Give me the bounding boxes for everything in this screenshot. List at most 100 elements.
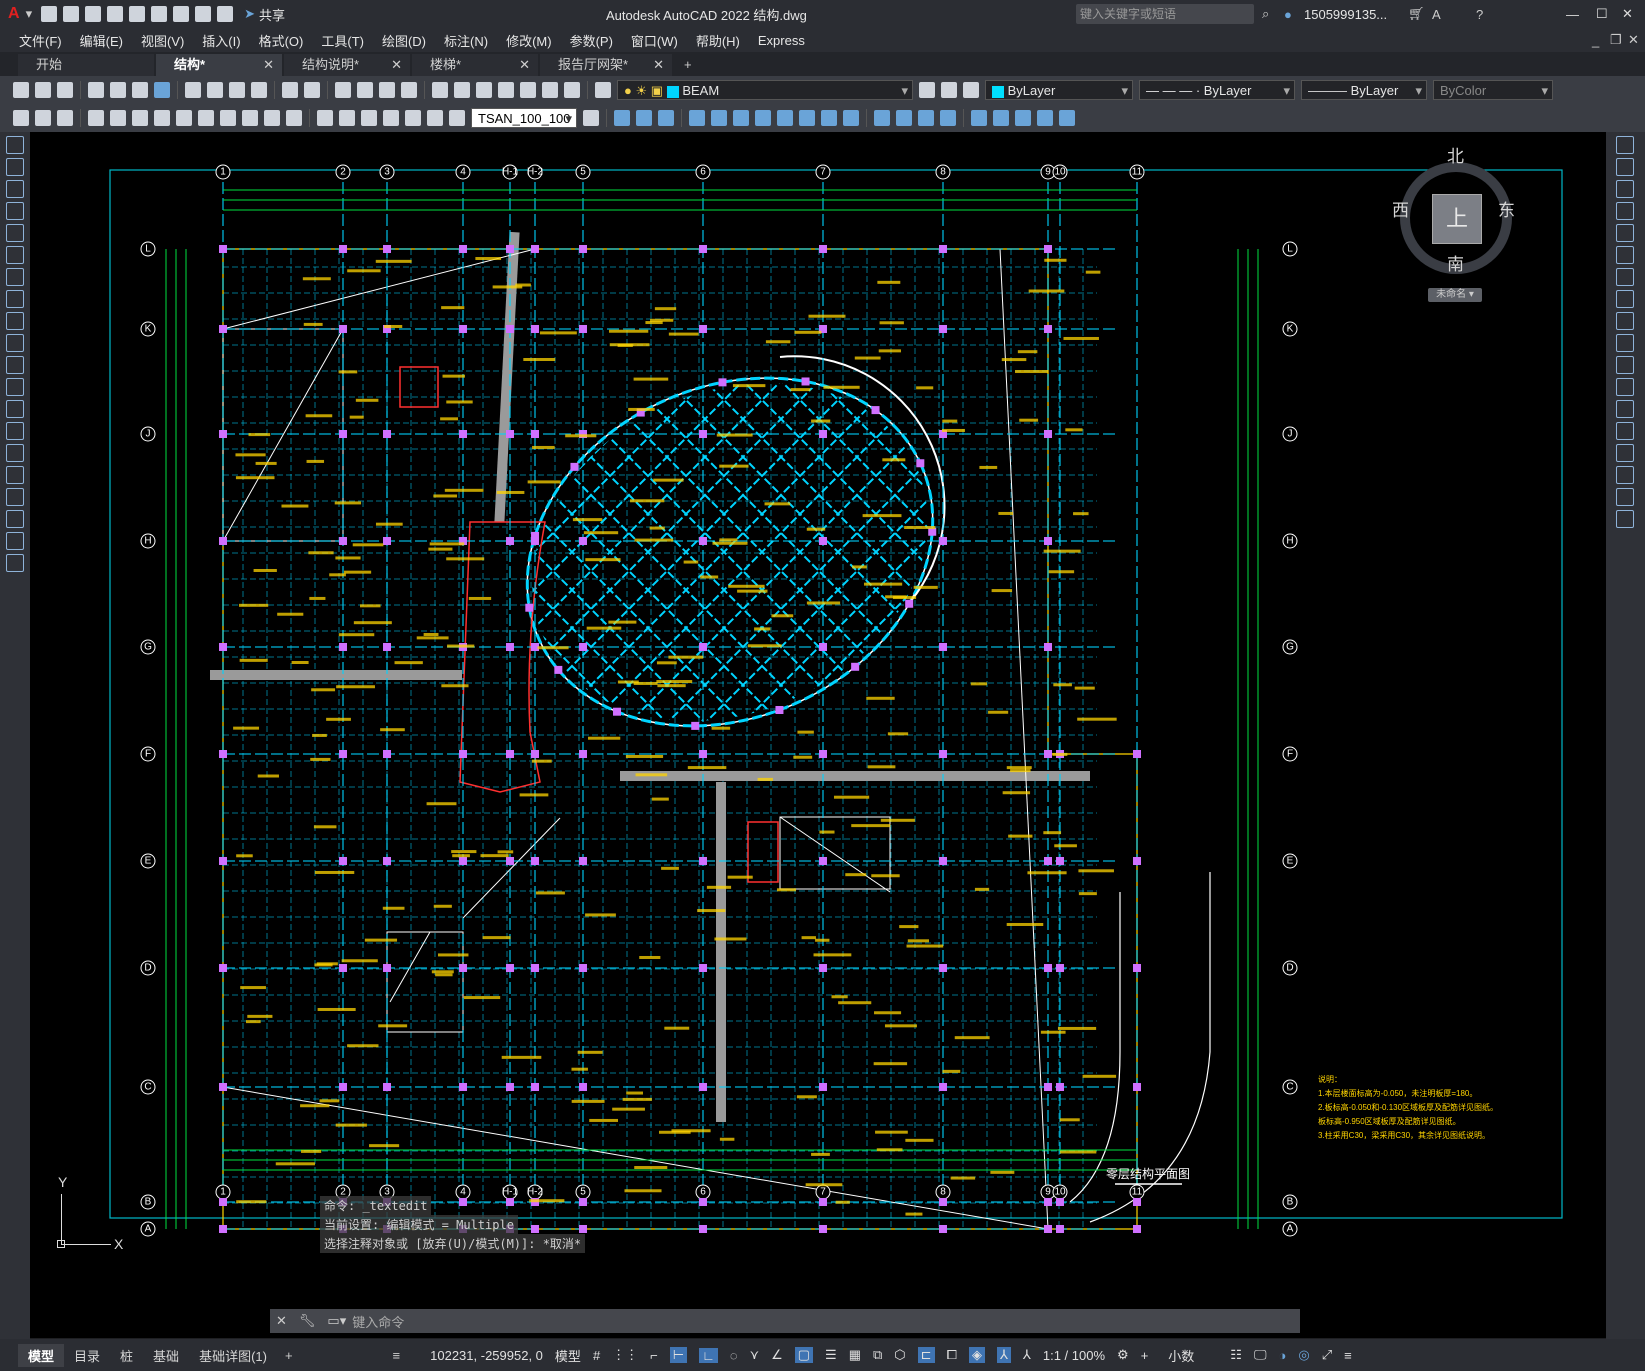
fillet-icon[interactable] [799,110,815,126]
workspace-gear-icon[interactable]: ⚙ [1117,1347,1129,1363]
cut-icon[interactable] [185,82,201,98]
minimize-icon[interactable]: — [1566,7,1579,22]
coordinates[interactable]: 102231, -259952, 0 [430,1348,543,1363]
annotation-monitor-icon[interactable]: + [1141,1348,1149,1363]
save-icon[interactable] [85,6,102,22]
compass-north[interactable]: 北 [1447,142,1464,167]
preview-icon[interactable] [110,82,126,98]
explode-icon[interactable] [874,110,890,126]
qdim-icon[interactable] [198,110,214,126]
close-window-icon[interactable]: ✕ [1622,6,1633,22]
make-block-icon[interactable] [6,400,24,418]
compass-south[interactable]: 南 [1447,250,1464,275]
dim-text-edit-icon[interactable] [427,110,443,126]
center-mark-icon[interactable] [339,110,355,126]
stretch-icon[interactable] [658,110,674,126]
rectangle-icon[interactable] [6,224,24,242]
dim-break-icon[interactable] [286,110,302,126]
region-icon[interactable] [6,488,24,506]
layer-previous-icon[interactable] [941,82,957,98]
move-icon[interactable] [614,110,630,126]
doc-close-icon[interactable]: ✕ [1628,32,1639,48]
hardware-accel-icon[interactable]: ◎ [1298,1347,1309,1363]
customize-cmd-icon[interactable]: 🔧︎ [299,1313,316,1329]
publish-icon[interactable] [132,82,148,98]
dim-jogged-icon[interactable] [132,110,148,126]
rotate-side-icon[interactable] [1616,268,1634,286]
layer-props-icon[interactable] [595,82,611,98]
layout-tab-foundation[interactable]: 基础 [143,1344,189,1367]
blend-side-icon[interactable] [1616,488,1634,506]
pan-icon[interactable] [335,82,351,98]
menu-draw[interactable]: 绘图(D) [373,31,435,50]
sheet-set-icon[interactable] [498,82,514,98]
break-point-side-icon[interactable] [1616,378,1634,396]
erase-icon[interactable] [896,110,912,126]
cart-icon[interactable]: 🛒︎ [1408,6,1425,22]
annotation-scale[interactable]: 1:1 / 100% [1043,1348,1105,1363]
dynamic-input-icon[interactable]: ⊢ [669,1347,688,1363]
share-button[interactable]: 共享 [259,5,285,24]
doc-restore-icon[interactable]: ❐ [1610,32,1622,48]
viewcube-top-face[interactable]: 上 [1432,194,1482,244]
auto-scale-icon[interactable]: ⅄ [1023,1347,1031,1363]
lineweight-icon[interactable]: ☰ [825,1347,837,1363]
blend-icon[interactable] [1037,110,1053,126]
dim-diameter-icon[interactable] [154,110,170,126]
explode-side-icon[interactable] [1616,510,1634,528]
copy-side-icon[interactable] [1616,158,1634,176]
dim-style-icon[interactable] [583,110,599,126]
dim-ordinate-icon[interactable] [88,110,104,126]
menu-insert[interactable]: 插入(I) [193,31,249,50]
app-menu-chevron-icon[interactable]: ▾ [26,6,33,22]
save-web-icon[interactable] [151,6,168,22]
menu-tools[interactable]: 工具(T) [312,31,373,50]
close-tab-icon[interactable]: ✕ [391,54,402,76]
cmd-prompt-icon[interactable]: ▭▾ [327,1313,346,1329]
plot-icon[interactable] [88,82,104,98]
menu-edit[interactable]: 编辑(E) [71,31,132,50]
dynamic-ucs-icon[interactable]: ⊏ [917,1347,935,1363]
user-icon[interactable]: ● [1284,7,1292,22]
tab-structure-notes[interactable]: 结构说明* ✕ [284,54,410,76]
scale-side-icon[interactable] [1616,290,1634,308]
polyline-icon[interactable] [6,180,24,198]
dim-continue-icon[interactable] [242,110,258,126]
selection-cycling-icon[interactable]: ⧉ [873,1347,882,1363]
tool-palettes-icon[interactable] [476,82,492,98]
chamfer-icon[interactable] [971,110,987,126]
break-icon[interactable] [918,110,934,126]
layer-current-icon[interactable] [919,82,935,98]
fillet-side-icon[interactable] [1616,466,1634,484]
lineweight-dropdown[interactable]: ——— ByLayer ▾ [1301,80,1427,100]
transparency-icon[interactable]: ▦ [849,1347,861,1363]
extend-side-icon[interactable] [1616,356,1634,374]
menu-file[interactable]: 文件(F) [10,31,71,50]
align-icon[interactable] [1059,110,1075,126]
copy-obj-icon[interactable] [636,110,652,126]
inspection-icon[interactable] [361,110,377,126]
command-input[interactable]: 键入命令 [352,1312,404,1331]
tab-stairs[interactable]: 楼梯* ✕ [412,54,538,76]
print-icon[interactable] [173,6,190,22]
offset-side-icon[interactable] [1616,202,1634,220]
insert-block-icon[interactable] [6,378,24,396]
layout-tab-pile[interactable]: 桩 [110,1344,143,1367]
new-file-icon[interactable] [41,6,58,22]
ucs-dropdown[interactable]: 未命名 ▾ [1428,288,1482,302]
paste-icon[interactable] [229,82,245,98]
tab-hall-truss[interactable]: 报告厅网架* ✕ [540,54,672,76]
revcloud-icon[interactable] [6,290,24,308]
user-name[interactable]: 1505999135... [1304,7,1387,22]
layer-dropdown[interactable]: ● ☀ ▣ BEAM ▾ [617,80,913,100]
close-tab-icon[interactable]: ✕ [519,54,530,76]
polygon-icon[interactable] [6,202,24,220]
rotate-icon[interactable] [689,110,705,126]
layout-tab-model[interactable]: 模型 [18,1343,65,1367]
polar-icon[interactable]: ◌ [730,1348,738,1363]
menu-help[interactable]: 帮助(H) [687,31,749,50]
layout-tab-catalog[interactable]: 目录 [64,1344,110,1367]
compass-west[interactable]: 西 [1392,196,1409,221]
menu-dimension[interactable]: 标注(N) [435,31,497,50]
help-icon[interactable]: ? [1476,7,1483,22]
